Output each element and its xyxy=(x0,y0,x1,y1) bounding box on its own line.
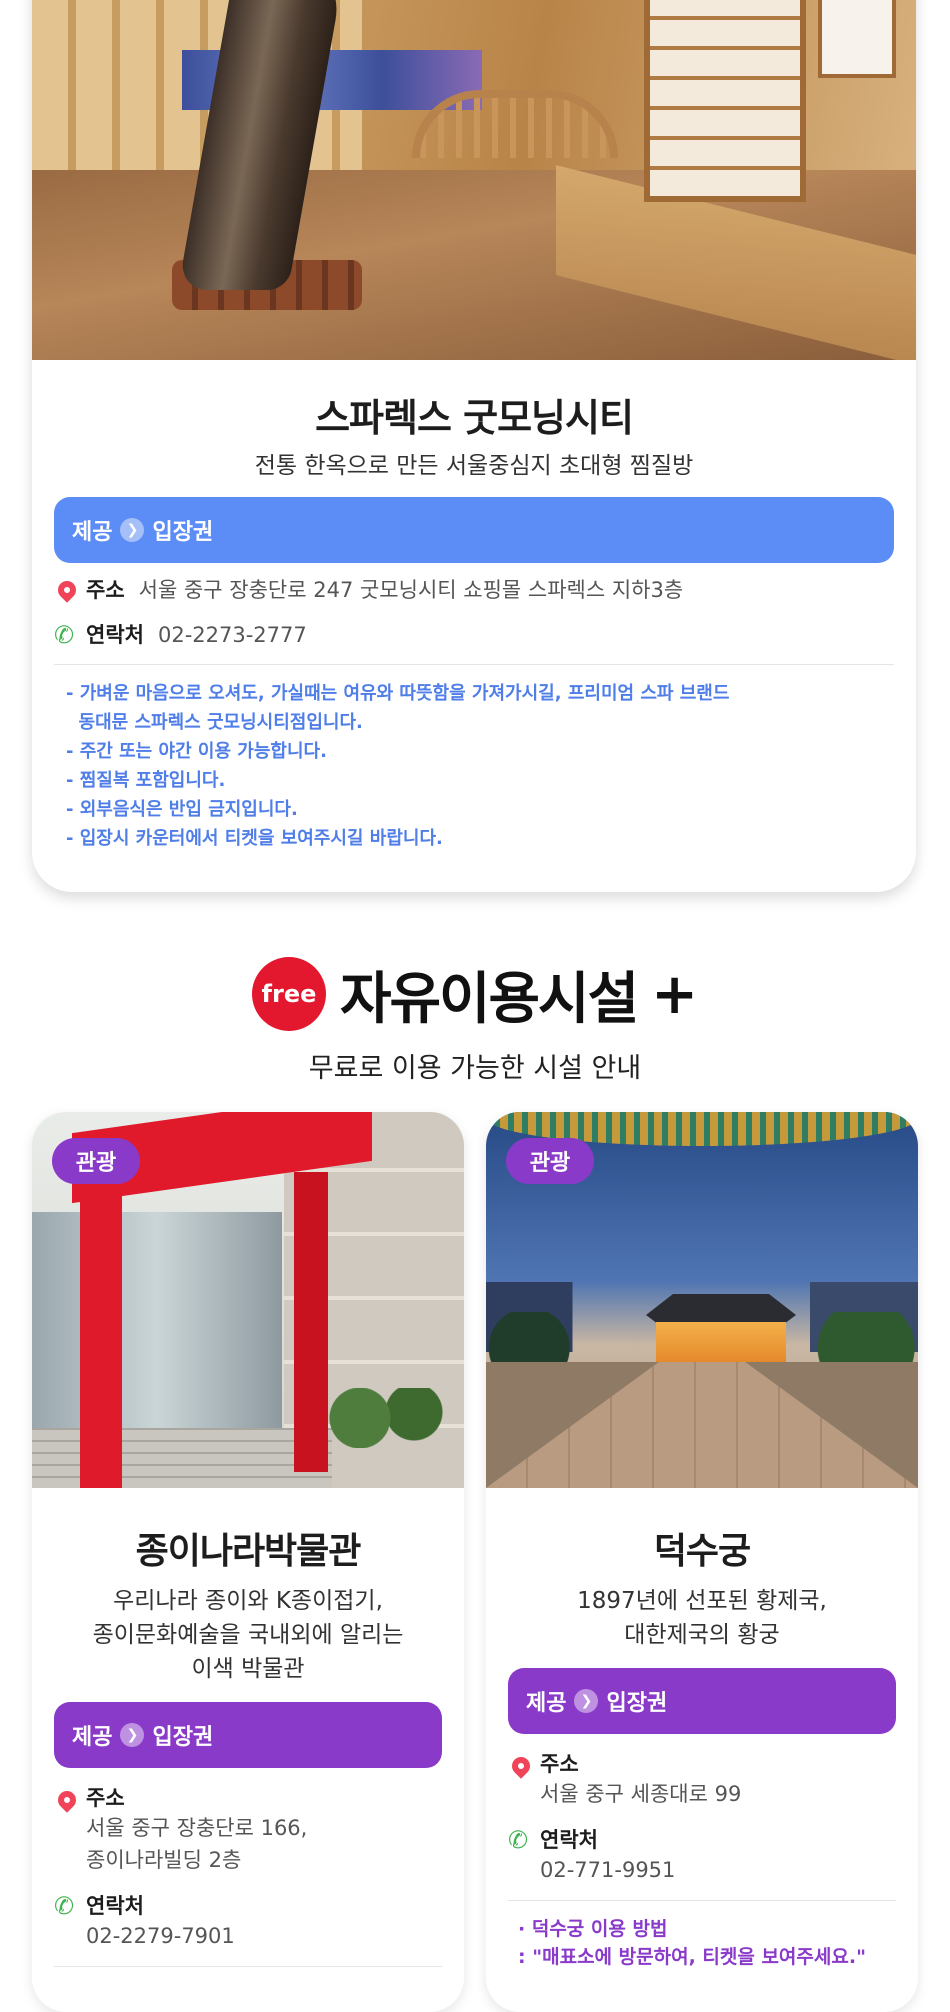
facility-card-deoksugung: 관광 덕수궁 1897년에 선포된 황제국, 대한제국의 황궁 제공 ❯ 입장권… xyxy=(486,1112,918,2012)
subtitle-line: 이색 박물관 xyxy=(191,1656,305,1682)
contact-label: 연락처 xyxy=(86,1894,144,1918)
subtitle-line: 종이문화예술을 국내외에 알리는 xyxy=(92,1622,404,1648)
facility-provide-bar: 제공 ❯ 입장권 xyxy=(54,1702,442,1768)
contact-value[interactable]: 02-2273-2777 xyxy=(158,620,307,652)
address-value: 서울 중구 장충단로 247 굿모닝시티 쇼핑몰 스파렉스 지하3층 xyxy=(138,577,684,602)
note-line: · 덕수궁 이용 방법 xyxy=(518,1918,668,1940)
plus-icon: + xyxy=(651,961,699,1027)
facility-info: 주소 서울 중구 세종대로 99 ✆ 연락처 02-771-9951 xyxy=(508,1748,896,1886)
divider xyxy=(54,663,894,665)
pin-icon xyxy=(54,577,80,603)
provide-value: 입장권 xyxy=(152,519,214,545)
facility-notes: · 덕수궁 이용 방법 : "매표소에 방문하여, 티켓을 보여주세요." xyxy=(508,1915,896,1971)
facility-provide-bar: 제공 ❯ 입장권 xyxy=(508,1668,896,1734)
note-line: - 찜질복 포함입니다. xyxy=(66,769,226,791)
address-line: 서울 중구 장충단로 166, xyxy=(86,1816,308,1840)
deoksugung-photo: 관광 xyxy=(486,1112,918,1488)
contact-label: 연락처 xyxy=(86,623,144,648)
facility-card-paper-museum: 관광 종이나라박물관 우리나라 종이와 K종이접기, 종이문화예술을 국내외에 … xyxy=(32,1112,464,2012)
subtitle-line: 1897년에 선포된 황제국, xyxy=(577,1588,827,1614)
spa-subtitle: 전통 한옥으로 만든 서울중심지 초대형 찜질방 xyxy=(254,452,694,479)
phone-icon: ✆ xyxy=(54,1892,75,1920)
note-line: - 외부음식은 반입 금지입니다. xyxy=(66,798,298,820)
spa-photo xyxy=(32,0,916,360)
divider xyxy=(508,1900,896,1901)
paper-museum-photo: 관광 xyxy=(32,1112,464,1488)
provide-value: 입장권 xyxy=(606,1691,668,1716)
facility-subtitle: 우리나라 종이와 K종이접기, 종이문화예술을 국내외에 알리는 이색 박물관 xyxy=(54,1584,442,1686)
note-line: : "매표소에 방문하여, 티켓을 보여주세요." xyxy=(518,1946,866,1968)
spa-provide-bar: 제공 ❯ 입장권 xyxy=(54,496,894,563)
address-label: 주소 xyxy=(86,1786,125,1810)
spa-notes: - 가벼운 마음으로 오셔도, 가실때는 여유와 따뜻함을 가져가시길, 프리미… xyxy=(54,679,894,853)
free-badge: free xyxy=(251,957,326,1031)
arrow-right-icon: ❯ xyxy=(120,517,145,542)
facility-title: 종이나라박물관 xyxy=(135,1531,362,1572)
note-line: - 주간 또는 야간 이용 가능합니다. xyxy=(66,740,327,762)
facility-title: 덕수궁 xyxy=(653,1531,751,1572)
provide-label: 제공 xyxy=(72,1725,113,1750)
facility-subtitle: 1897년에 선포된 황제국, 대한제국의 황궁 xyxy=(508,1584,896,1652)
pin-icon xyxy=(54,1787,80,1813)
address-line: 종이나라빌딩 2층 xyxy=(86,1848,242,1872)
subtitle-line: 우리나라 종이와 K종이접기, xyxy=(113,1588,383,1614)
section-title: 자유이용시설 xyxy=(339,966,639,1032)
section-subtitle: 무료로 이용 가능한 시설 안내 xyxy=(308,1053,642,1084)
contact-label-row: ✆ 연락처 xyxy=(508,1824,896,1854)
address-label-row: 주소 xyxy=(54,1782,442,1813)
provide-value: 입장권 xyxy=(152,1725,214,1750)
category-tag: 관광 xyxy=(506,1138,594,1184)
contact-label: 연락처 xyxy=(540,1828,598,1852)
arrow-right-icon: ❯ xyxy=(574,1689,599,1713)
spa-address-row: 주소 서울 중구 장충단로 247 굿모닝시티 쇼핑몰 스파렉스 지하3층 xyxy=(54,575,894,607)
note-line: - 가벼운 마음으로 오셔도, 가실때는 여유와 따뜻함을 가져가시길, 프리미… xyxy=(66,682,730,704)
address-label: 주소 xyxy=(86,577,125,602)
phone-icon: ✆ xyxy=(54,621,75,650)
address-label: 주소 xyxy=(540,1752,579,1776)
free-facilities-heading: free 자유이용시설 + xyxy=(0,954,950,1034)
contact-value[interactable]: 02-2279-7901 xyxy=(54,1920,442,1952)
note-line: 동대문 스파렉스 굿모닝시티점입니다. xyxy=(66,711,363,733)
spa-title: 스파렉스 굿모닝시티 xyxy=(315,396,634,440)
contact-label-row: ✆ 연락처 xyxy=(54,1890,442,1920)
pin-icon xyxy=(508,1753,534,1779)
provide-label: 제공 xyxy=(526,1691,567,1716)
category-tag: 관광 xyxy=(52,1138,140,1184)
provide-label: 제공 xyxy=(72,519,113,545)
spa-contact-row: ✆ 연락처 02-2273-2777 xyxy=(54,620,894,652)
phone-icon: ✆ xyxy=(508,1826,529,1854)
address-line: 서울 중구 세종대로 99 xyxy=(540,1782,742,1806)
spa-card: 스파렉스 굿모닝시티 전통 한옥으로 만든 서울중심지 초대형 찜질방 제공 ❯… xyxy=(32,0,916,892)
arrow-right-icon: ❯ xyxy=(120,1723,145,1747)
note-line: - 입장시 카운터에서 티켓을 보여주시길 바랍니다. xyxy=(66,827,443,849)
contact-value[interactable]: 02-771-9951 xyxy=(508,1854,896,1886)
facility-info: 주소 서울 중구 장충단로 166, 종이나라빌딩 2층 ✆ 연락처 02-22… xyxy=(54,1782,442,1952)
divider xyxy=(54,1966,442,1967)
subtitle-line: 대한제국의 황궁 xyxy=(624,1622,780,1648)
address-label-row: 주소 xyxy=(508,1748,896,1779)
